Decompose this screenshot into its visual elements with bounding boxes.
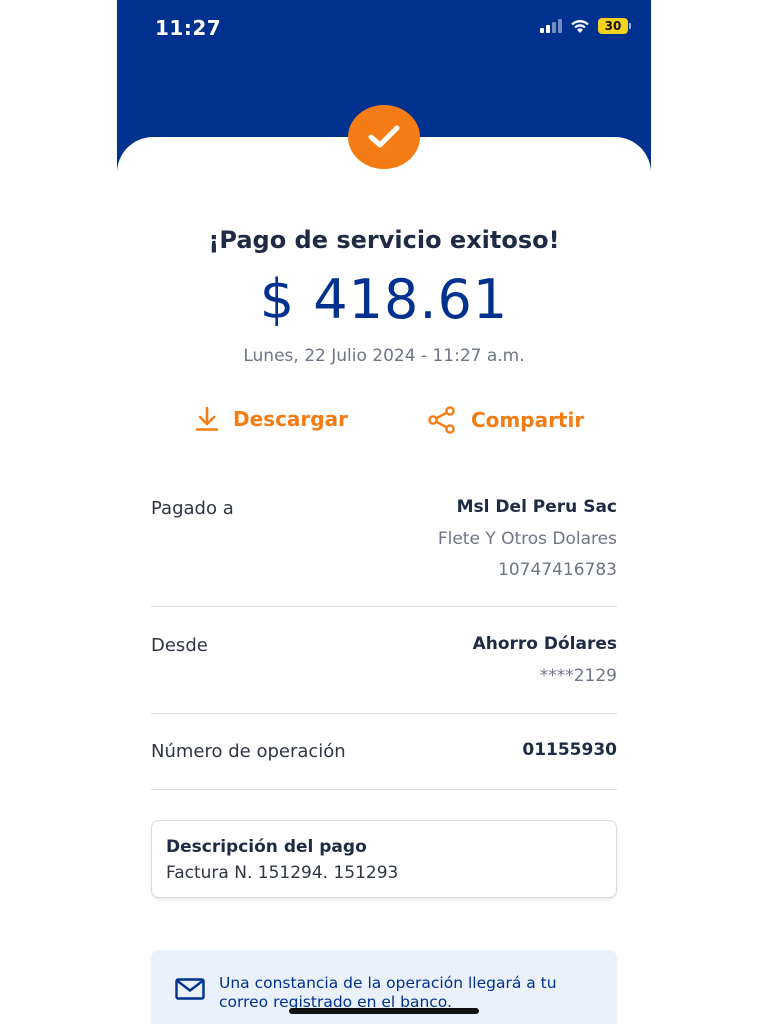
- payee-service: Flete Y Otros Dolares: [437, 529, 617, 549]
- status-time: 11:27: [155, 16, 222, 40]
- success-title: ¡Pago de servicio exitoso!: [208, 226, 560, 254]
- battery-level: 30: [598, 18, 628, 34]
- status-icons: 30: [540, 18, 631, 34]
- success-badge: [348, 105, 420, 169]
- payment-amount: $ 418.61: [259, 268, 509, 331]
- payment-datetime: Lunes, 22 Julio 2024 - 11:27 a.m.: [243, 346, 525, 366]
- description-title: Descripción del pago: [166, 837, 367, 857]
- share-label: Compartir: [471, 408, 585, 432]
- cellular-signal-icon: [540, 19, 562, 33]
- payee-code: 10747416783: [498, 560, 617, 580]
- payee-name: Msl Del Peru Sac: [456, 497, 617, 517]
- source-account-type: Ahorro Dólares: [472, 634, 617, 654]
- paid-to-label: Pagado a: [151, 498, 234, 519]
- screen: 11:27 30 ¡Pago de servicio exitoso! $ 41…: [0, 0, 768, 1024]
- phone-screen: 11:27 30 ¡Pago de servicio exitoso! $ 41…: [117, 0, 651, 1024]
- download-icon: [195, 406, 219, 431]
- wifi-icon: [571, 19, 589, 33]
- home-indicator[interactable]: [289, 1008, 479, 1014]
- divider: [151, 606, 617, 607]
- mail-icon: [175, 978, 205, 1000]
- operation-number-value: 01155930: [522, 740, 617, 760]
- description-text: Factura N. 151294. 151293: [166, 863, 399, 883]
- from-label: Desde: [151, 635, 208, 656]
- source-account-number: ****2129: [539, 666, 617, 686]
- divider: [151, 713, 617, 714]
- notice-text: Una constancia de la operación llegará a…: [219, 974, 557, 1011]
- share-button[interactable]: Compartir: [427, 406, 584, 434]
- check-icon: [368, 125, 400, 148]
- operation-number-label: Número de operación: [151, 741, 346, 762]
- share-icon: [428, 406, 455, 434]
- divider: [151, 789, 617, 790]
- download-button[interactable]: Descargar: [195, 406, 348, 432]
- battery-icon: 30: [598, 18, 631, 34]
- download-label: Descargar: [233, 407, 348, 431]
- payment-description-box: Descripción del pago Factura N. 151294. …: [151, 820, 617, 898]
